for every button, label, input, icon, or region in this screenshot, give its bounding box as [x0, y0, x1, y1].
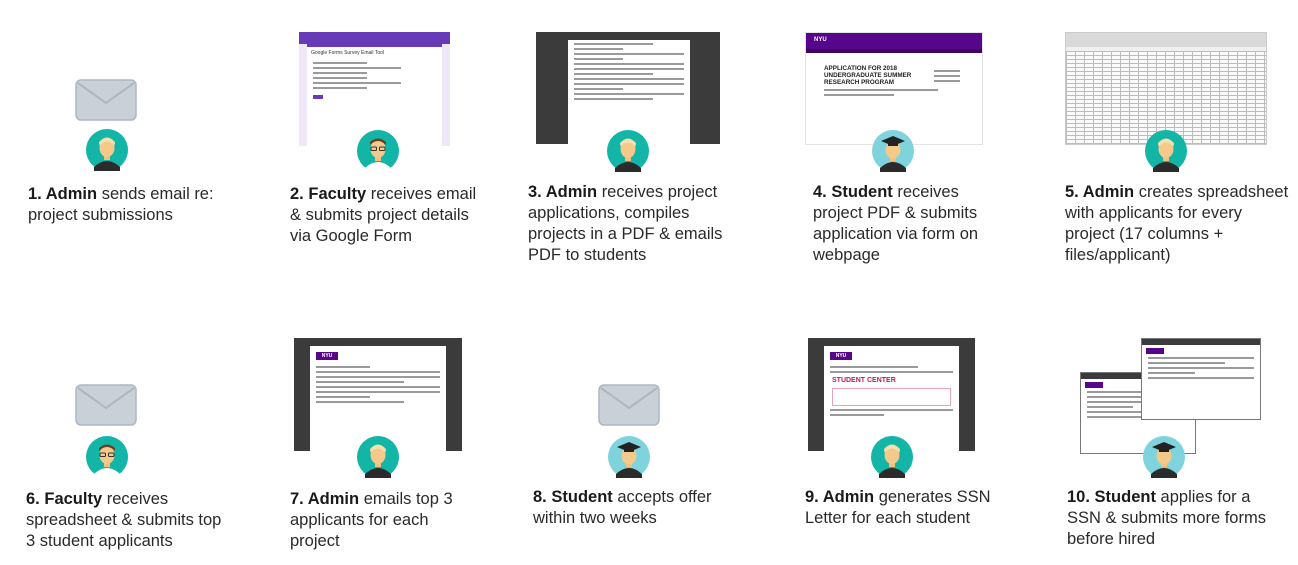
admin-avatar-icon [871, 436, 913, 478]
step-caption: 5. Admin creates spreadsheet with applic… [1065, 183, 1289, 264]
ssn-letter-thumbnail: NYU STUDENT CENTER [808, 338, 975, 451]
admin-avatar-icon [357, 436, 399, 478]
step-caption: 6. Faculty receives spreadsheet & submit… [26, 490, 222, 550]
email-icon [75, 79, 137, 121]
step-caption: 3. Admin receives project applications, … [528, 183, 723, 264]
application-webpage-thumbnail: NYU APPLICATION FOR 2018 UNDERGRADUATE S… [805, 32, 983, 145]
admin-avatar-icon [1145, 130, 1187, 172]
step-caption: 8. Student accepts offer within two week… [533, 488, 712, 527]
google-form-thumbnail: Google Forms Survey Email Tool [299, 32, 450, 146]
step-caption: 2. Faculty receives email & submits proj… [290, 185, 477, 245]
step-caption: 9. Admin generates SSN Letter for each s… [805, 488, 991, 527]
email-icon [598, 384, 660, 426]
step-caption: 1. Admin sends email re: project submiss… [28, 185, 214, 224]
faculty-avatar-icon [86, 436, 128, 478]
faculty-avatar-icon [357, 130, 399, 172]
admin-avatar-icon [86, 129, 128, 171]
step-caption: 4. Student receives project PDF & submit… [813, 183, 979, 264]
student-avatar-icon [608, 436, 650, 478]
offer-letter-thumbnail: NYU [294, 338, 462, 451]
pdf-thumbnail [536, 32, 720, 144]
step-caption: 10. Student applies for a SSN & submits … [1067, 488, 1266, 548]
student-avatar-icon [872, 130, 914, 172]
forms-thumbnail-front [1141, 338, 1261, 420]
admin-avatar-icon [607, 130, 649, 172]
spreadsheet-thumbnail [1065, 32, 1267, 145]
email-icon [75, 384, 137, 426]
step-caption: 7. Admin emails top 3 applicants for eac… [290, 490, 453, 550]
student-avatar-icon [1143, 436, 1185, 478]
